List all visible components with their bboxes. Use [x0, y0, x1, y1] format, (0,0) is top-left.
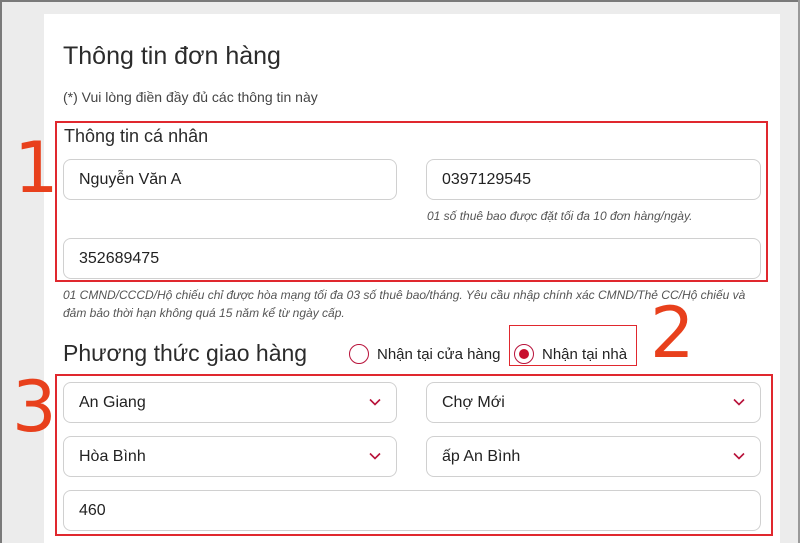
radio-store-label: Nhận tại cửa hàng [377, 345, 501, 363]
window-frame-left [0, 0, 2, 543]
annotation-box-home-delivery [509, 325, 637, 366]
annotation-box-personal-info [55, 121, 768, 282]
annotation-number-2: 2 [650, 292, 695, 374]
window-frame-top [0, 0, 800, 2]
delivery-method-heading: Phương thức giao hàng [63, 340, 308, 366]
required-note: (*) Vui lòng điền đầy đủ các thông tin n… [63, 89, 318, 105]
annotation-number-3: 3 [12, 366, 57, 448]
page-title: Thông tin đơn hàng [63, 42, 281, 70]
annotation-box-address [55, 374, 773, 536]
radio-store-circle[interactable] [349, 344, 369, 364]
radio-pickup-store[interactable]: Nhận tại cửa hàng [349, 344, 500, 364]
annotation-number-1: 1 [14, 127, 59, 209]
